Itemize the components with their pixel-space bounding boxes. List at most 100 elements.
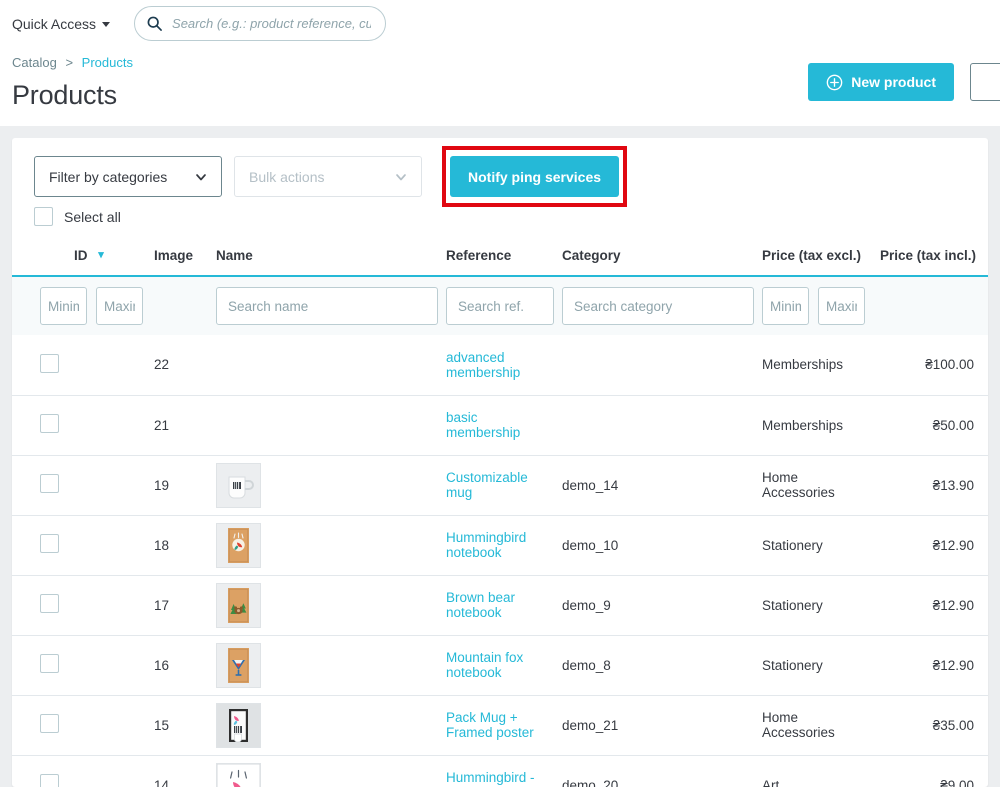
cell-image <box>212 335 442 396</box>
cell-category: Memberships <box>758 335 876 396</box>
row-checkbox[interactable] <box>40 774 59 787</box>
cell-category: Home Accessories <box>758 455 876 516</box>
cell-price-tax-excl: ₴13.90 <box>876 455 988 516</box>
product-name-link[interactable]: Mountain fox notebook <box>446 650 523 680</box>
filter-by-categories-dropdown[interactable]: Filter by categories <box>34 156 222 197</box>
filter-reference-input[interactable] <box>446 287 554 325</box>
cell-name: basic membership <box>442 395 558 456</box>
select-all-row: Select all <box>12 205 988 238</box>
cell-name: Pack Mug + Framed poster <box>442 695 558 756</box>
chevron-down-icon <box>396 173 406 180</box>
column-header-image: Image <box>150 238 212 277</box>
cell-image <box>212 695 442 756</box>
filter-cell-price-incl <box>876 276 988 335</box>
filter-id-min-input[interactable] <box>40 287 87 325</box>
column-header-id[interactable]: ID ▾ <box>12 238 150 277</box>
global-search-box[interactable] <box>134 6 387 41</box>
plus-circle-icon <box>826 74 843 90</box>
cell-reference <box>558 335 758 396</box>
row-checkbox[interactable] <box>40 414 59 433</box>
bulk-actions-label: Bulk actions <box>249 168 325 185</box>
product-name-link[interactable]: Brown bear notebook <box>446 590 515 620</box>
new-product-button[interactable]: New product <box>808 63 954 101</box>
filter-cell-name <box>212 276 442 335</box>
column-header-category[interactable]: Category <box>558 238 758 277</box>
cell-reference <box>558 395 758 456</box>
cell-reference: demo_21 <box>558 695 758 756</box>
product-name-link[interactable]: Pack Mug + Framed poster <box>446 710 534 740</box>
table-row[interactable]: 21basic membershipMemberships₴50.00₴60.0… <box>12 395 988 456</box>
header-secondary-button[interactable] <box>970 63 1000 101</box>
table-row[interactable]: 16 Mountain fox notebook demo_8 Stationery ₴… <box>12 635 988 696</box>
cell-reference: demo_9 <box>558 575 758 636</box>
table-row[interactable]: 22advanced membershipMemberships₴100.00₴… <box>12 335 988 396</box>
filter-price-min-input[interactable] <box>762 287 809 325</box>
cell-id: 21 <box>150 395 212 456</box>
breadcrumb-current: Products <box>81 55 133 70</box>
filter-cell-price-excl <box>758 276 876 335</box>
product-thumbnail <box>216 642 261 688</box>
chevron-down-icon <box>196 173 206 180</box>
row-checkbox[interactable] <box>40 714 59 733</box>
new-product-label: New product <box>851 74 936 90</box>
global-search-input[interactable] <box>170 15 374 32</box>
column-header-name[interactable]: Name <box>212 238 442 277</box>
products-panel: Filter by categories Bulk actions Notify… <box>12 138 988 787</box>
chevron-down-icon[interactable]: ▾ <box>98 249 104 261</box>
page-header: Catalog > Products Products New product <box>0 47 1000 126</box>
column-label-id: ID <box>74 248 88 263</box>
cell-category: Stationery <box>758 515 876 576</box>
select-all-checkbox[interactable] <box>34 207 53 226</box>
cell-name: Brown bear notebook <box>442 575 558 636</box>
filter-name-input[interactable] <box>216 287 438 325</box>
table-row[interactable]: 14 Hummingbird - Vector graphics demo_20Ar… <box>12 755 988 787</box>
cell-image <box>212 395 442 456</box>
table-row[interactable]: 19 Customizable mug demo_14 Home Accessorie… <box>12 455 988 516</box>
product-name-link[interactable]: advanced membership <box>446 350 520 380</box>
cell-id: 22 <box>150 335 212 396</box>
cell-category: Art <box>758 755 876 787</box>
quick-access-dropdown[interactable]: Quick Access <box>12 16 111 32</box>
column-header-reference[interactable]: Reference <box>442 238 558 277</box>
product-thumbnail <box>216 462 261 508</box>
table-row[interactable]: 17 Brown bear notebook demo_9 Stationery ₴12… <box>12 575 988 636</box>
products-table: ID ▾ Image Name Reference Category Price… <box>12 238 988 787</box>
cell-id: 14 <box>150 755 212 787</box>
row-checkbox[interactable] <box>40 353 59 373</box>
row-select-cell <box>12 755 150 787</box>
notify-ping-wrapper: Notify ping services <box>442 146 628 207</box>
notify-ping-services-button[interactable]: Notify ping services <box>450 156 620 197</box>
row-select-cell <box>12 395 150 456</box>
bulk-actions-dropdown[interactable]: Bulk actions <box>234 156 422 197</box>
row-select-cell <box>12 635 150 696</box>
row-checkbox[interactable] <box>40 654 59 673</box>
cell-image <box>212 635 442 696</box>
row-select-cell <box>12 695 150 756</box>
product-name-link[interactable]: Hummingbird - Vector graphics <box>446 770 539 787</box>
top-header-bar: Quick Access <box>0 0 1000 47</box>
filter-id-max-input[interactable] <box>96 287 143 325</box>
row-checkbox[interactable] <box>40 594 59 613</box>
cell-price-tax-excl: ₴12.90 <box>876 635 988 696</box>
column-header-price-incl[interactable]: Price (tax incl.) <box>876 238 988 277</box>
cell-price-tax-excl: ₴50.00 <box>876 395 988 456</box>
cell-price-tax-excl: ₴12.90 <box>876 515 988 576</box>
product-thumbnail <box>216 762 261 787</box>
table-body: 22advanced membershipMemberships₴100.00₴… <box>12 335 988 787</box>
table-row[interactable]: 15 Pack Mug + Framed poster demo_21 Home Ac… <box>12 695 988 756</box>
row-select-cell <box>12 455 150 516</box>
filter-price-max-input[interactable] <box>818 287 865 325</box>
table-filter-row <box>12 276 988 335</box>
product-name-link[interactable]: Hummingbird notebook <box>446 530 526 560</box>
product-name-link[interactable]: Customizable mug <box>446 470 528 500</box>
row-checkbox[interactable] <box>40 534 59 553</box>
filter-category-input[interactable] <box>562 287 754 325</box>
filter-cell-reference <box>442 276 558 335</box>
cell-price-tax-excl: ₴9.00 <box>876 755 988 787</box>
column-header-price-excl[interactable]: Price (tax excl.) <box>758 238 876 277</box>
row-checkbox[interactable] <box>40 474 59 493</box>
product-name-link[interactable]: basic membership <box>446 410 520 440</box>
breadcrumb-parent[interactable]: Catalog <box>12 55 57 70</box>
table-row[interactable]: 18 Hummingbird notebook demo_10 Stationery ₴… <box>12 515 988 576</box>
cell-image <box>212 455 442 516</box>
